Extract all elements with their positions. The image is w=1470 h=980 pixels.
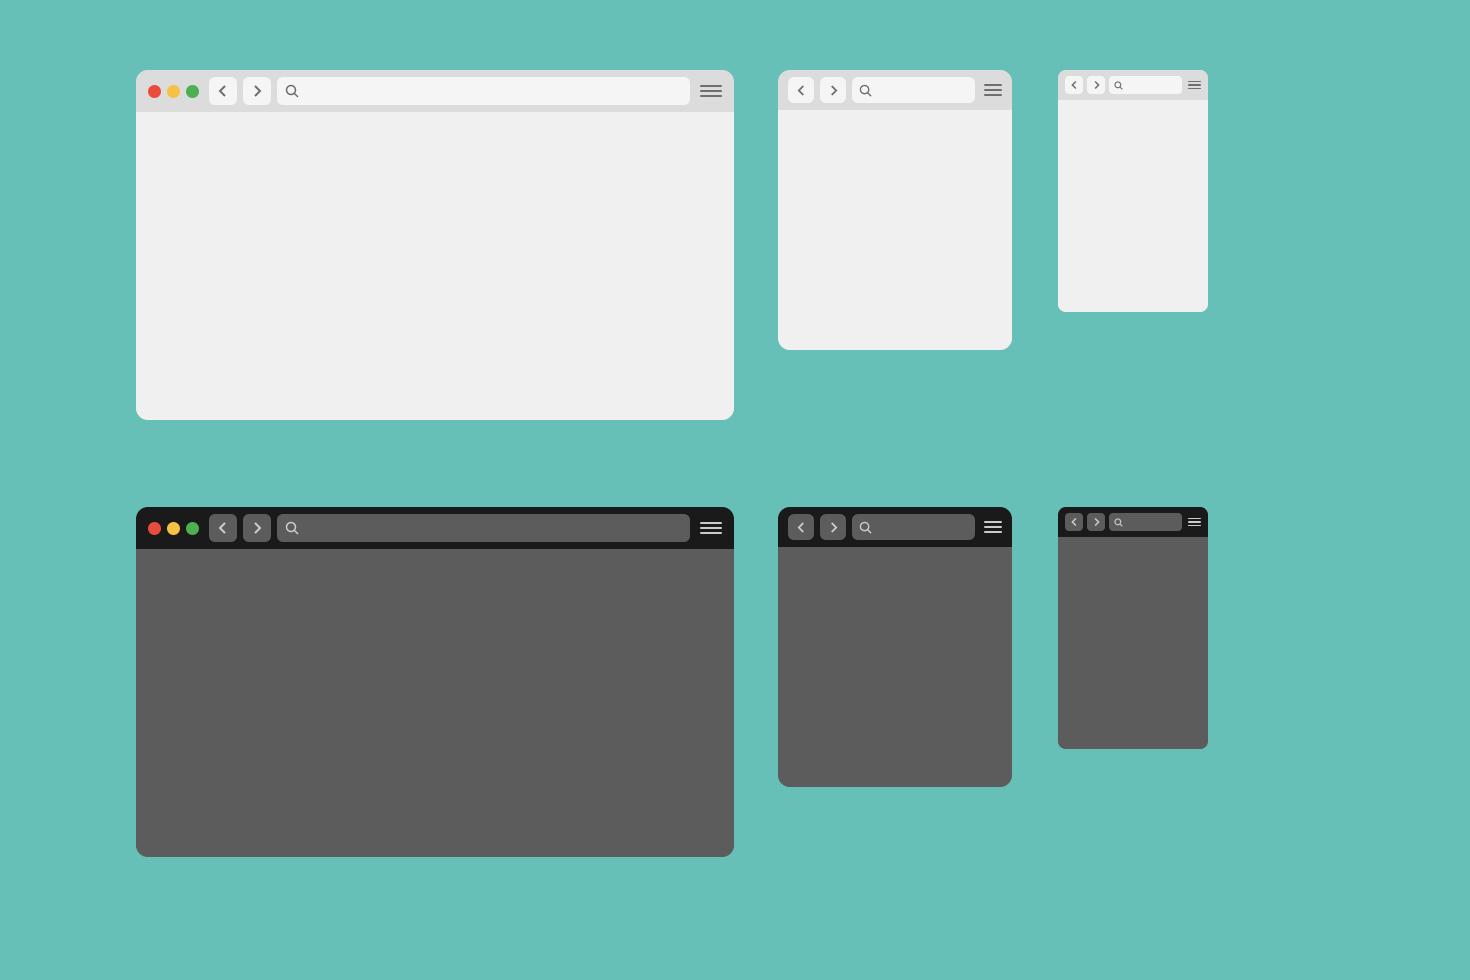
toolbar bbox=[136, 70, 734, 112]
minimize-button[interactable] bbox=[167, 522, 180, 535]
forward-button[interactable] bbox=[820, 77, 846, 103]
address-bar[interactable] bbox=[852, 77, 975, 103]
chevron-left-icon bbox=[797, 521, 806, 534]
browser-window-light-mobile bbox=[1058, 70, 1208, 312]
address-bar[interactable] bbox=[852, 514, 975, 540]
search-icon bbox=[285, 84, 299, 98]
content-area bbox=[1058, 537, 1208, 749]
toolbar bbox=[778, 70, 1012, 110]
chevron-right-icon bbox=[252, 84, 262, 98]
back-button[interactable] bbox=[209, 77, 237, 105]
browser-window-dark-mobile bbox=[1058, 507, 1208, 749]
maximize-button[interactable] bbox=[186, 522, 199, 535]
search-icon bbox=[1114, 81, 1123, 90]
chevron-left-icon bbox=[1071, 80, 1078, 90]
content-area bbox=[136, 549, 734, 857]
back-button[interactable] bbox=[1065, 513, 1083, 531]
forward-button[interactable] bbox=[1087, 513, 1105, 531]
back-button[interactable] bbox=[788, 514, 814, 540]
search-icon bbox=[1114, 518, 1123, 527]
menu-button[interactable] bbox=[984, 84, 1002, 96]
back-button[interactable] bbox=[1065, 76, 1083, 94]
address-bar[interactable] bbox=[1109, 76, 1182, 94]
content-area bbox=[136, 112, 734, 420]
browser-window-light-desktop bbox=[136, 70, 734, 420]
chevron-right-icon bbox=[1093, 80, 1100, 90]
chevron-left-icon bbox=[218, 521, 228, 535]
toolbar bbox=[1058, 70, 1208, 100]
chevron-right-icon bbox=[252, 521, 262, 535]
forward-button[interactable] bbox=[1087, 76, 1105, 94]
browser-window-dark-tablet bbox=[778, 507, 1012, 787]
close-button[interactable] bbox=[148, 85, 161, 98]
search-icon bbox=[859, 84, 872, 97]
minimize-button[interactable] bbox=[167, 85, 180, 98]
forward-button[interactable] bbox=[820, 514, 846, 540]
chevron-right-icon bbox=[1093, 517, 1100, 527]
content-area bbox=[778, 547, 1012, 787]
browser-window-light-tablet bbox=[778, 70, 1012, 350]
address-bar[interactable] bbox=[1109, 513, 1182, 531]
content-area bbox=[778, 110, 1012, 350]
maximize-button[interactable] bbox=[186, 85, 199, 98]
chevron-right-icon bbox=[829, 521, 838, 534]
menu-button[interactable] bbox=[1188, 81, 1201, 90]
search-icon bbox=[285, 521, 299, 535]
menu-button[interactable] bbox=[700, 522, 722, 534]
chevron-right-icon bbox=[829, 84, 838, 97]
menu-button[interactable] bbox=[984, 521, 1002, 533]
menu-button[interactable] bbox=[1188, 518, 1201, 527]
chevron-left-icon bbox=[218, 84, 228, 98]
toolbar bbox=[778, 507, 1012, 547]
content-area bbox=[1058, 100, 1208, 312]
menu-button[interactable] bbox=[700, 85, 722, 97]
forward-button[interactable] bbox=[243, 514, 271, 542]
address-bar[interactable] bbox=[277, 77, 690, 105]
search-icon bbox=[859, 521, 872, 534]
forward-button[interactable] bbox=[243, 77, 271, 105]
close-button[interactable] bbox=[148, 522, 161, 535]
back-button[interactable] bbox=[788, 77, 814, 103]
toolbar bbox=[1058, 507, 1208, 537]
browser-window-dark-desktop bbox=[136, 507, 734, 857]
toolbar bbox=[136, 507, 734, 549]
chevron-left-icon bbox=[1071, 517, 1078, 527]
back-button[interactable] bbox=[209, 514, 237, 542]
chevron-left-icon bbox=[797, 84, 806, 97]
address-bar[interactable] bbox=[277, 514, 690, 542]
